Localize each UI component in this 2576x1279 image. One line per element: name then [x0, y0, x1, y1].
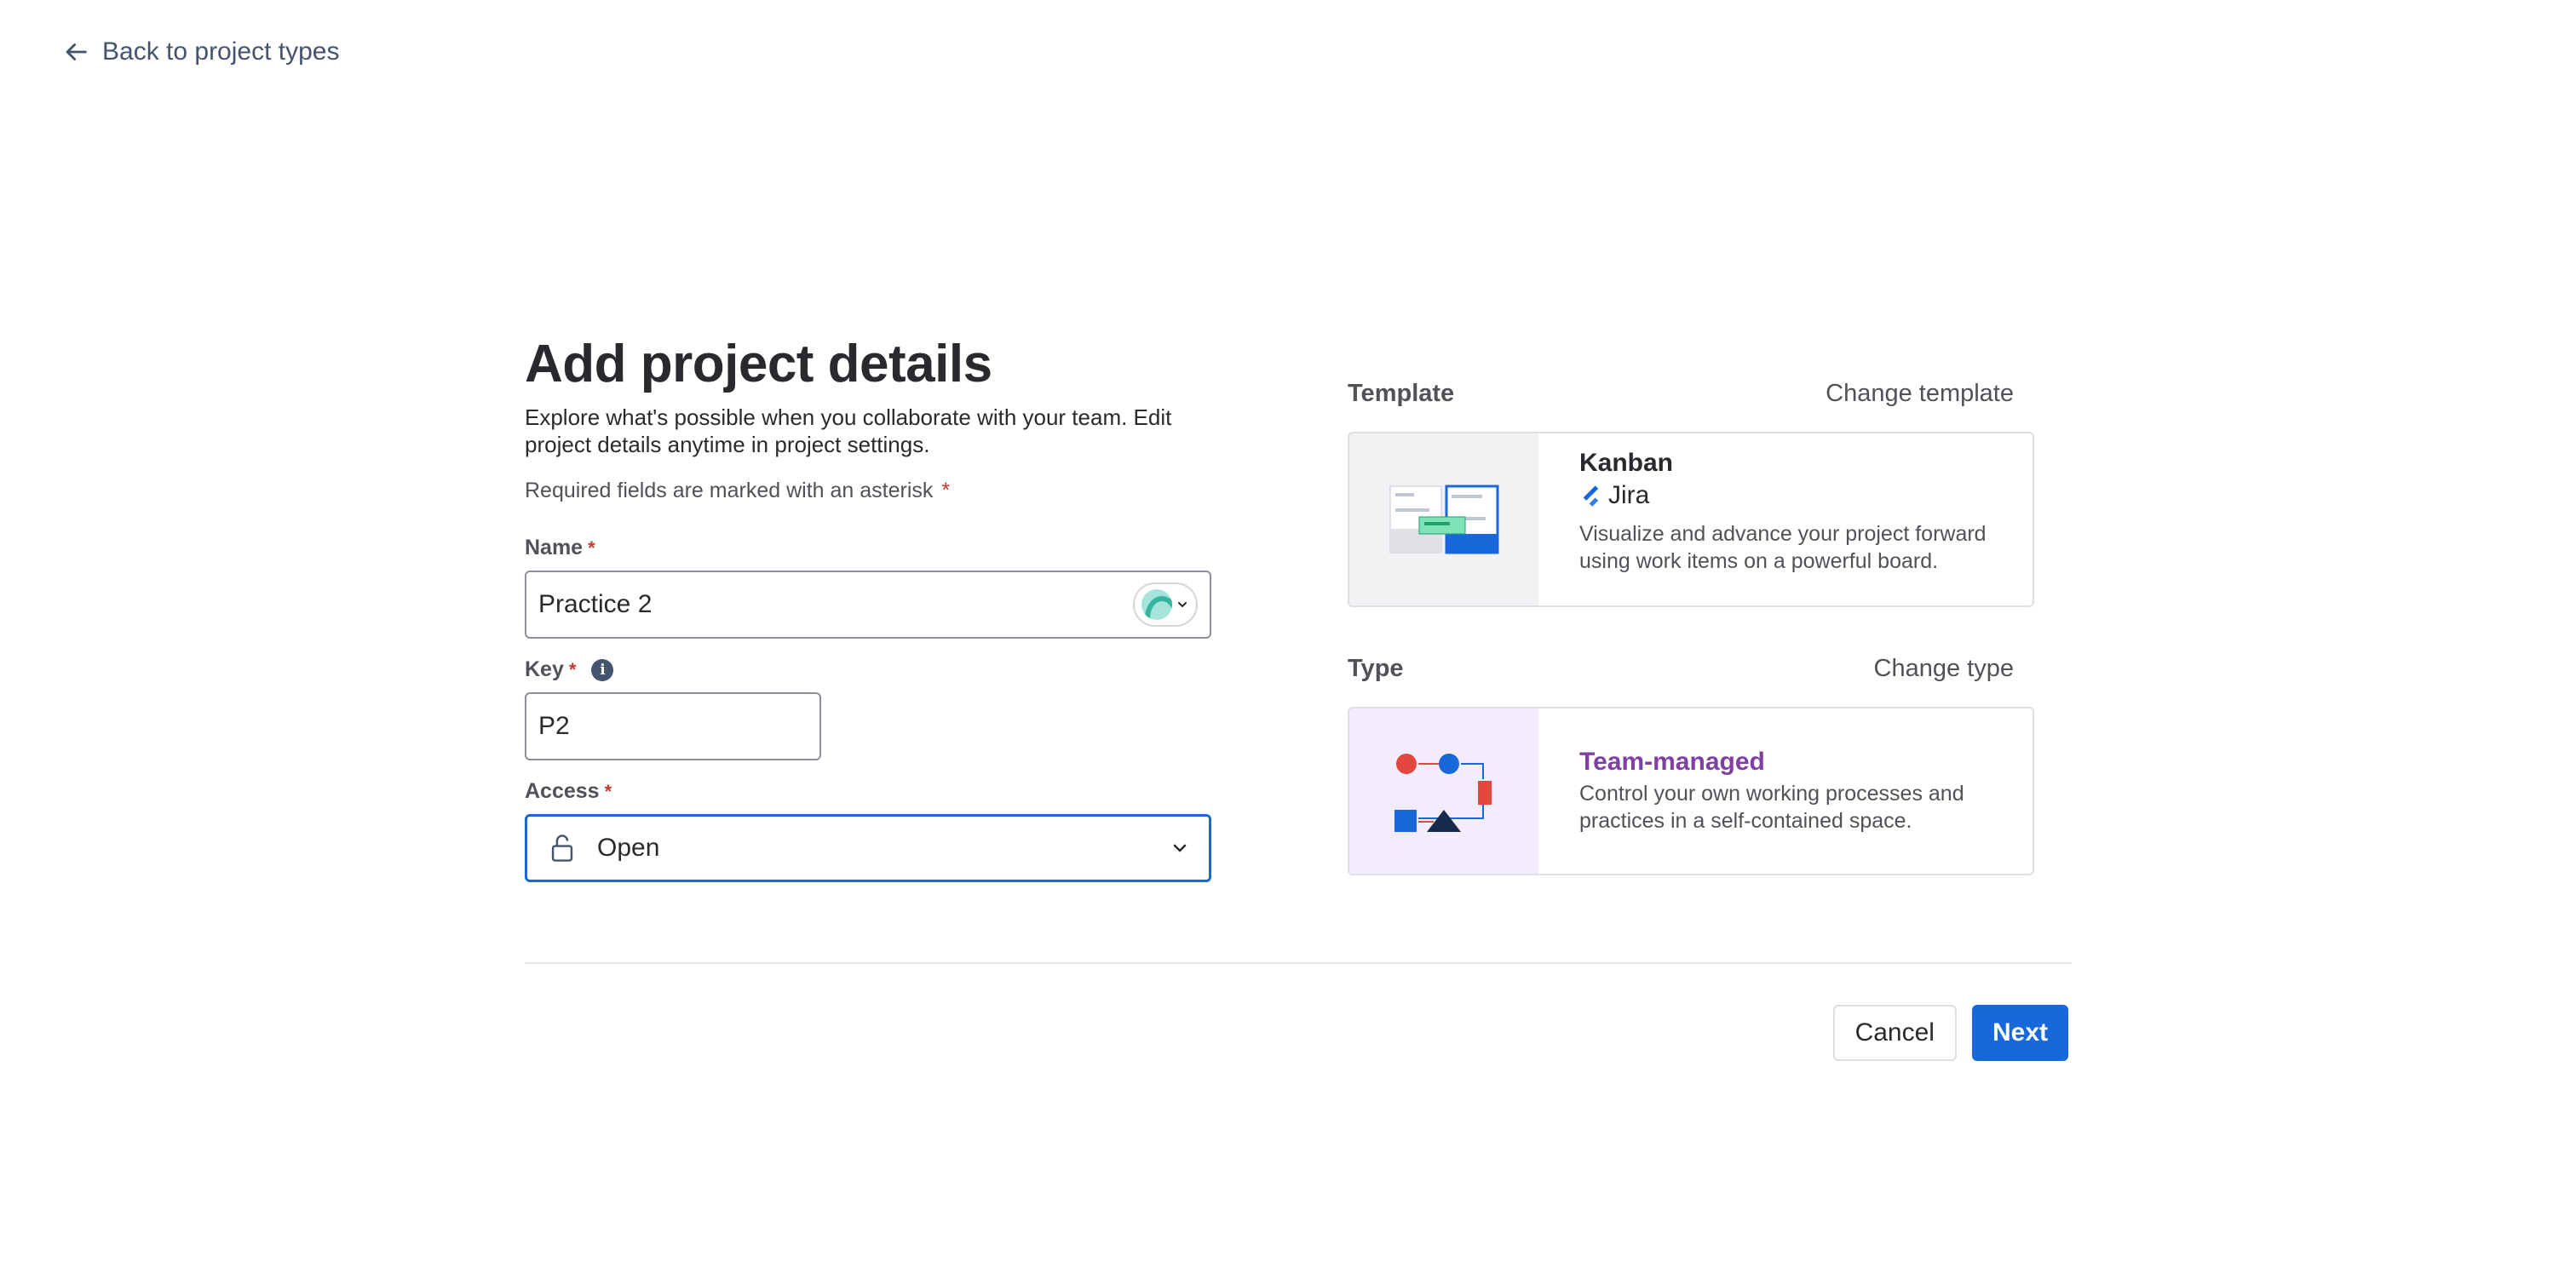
name-input[interactable]: Practice 2	[525, 571, 1211, 639]
arrow-left-icon	[66, 43, 87, 60]
unlock-icon	[551, 835, 573, 862]
type-name: Team-managed	[1579, 748, 1765, 776]
access-label: Access *	[525, 779, 1211, 804]
project-details-form: Add project details Explore what's possi…	[525, 334, 1211, 882]
info-icon[interactable]: i	[591, 658, 614, 681]
change-template-button[interactable]: Change template	[1826, 380, 2014, 408]
key-required-asterisk: *	[568, 658, 577, 680]
type-section-title: Type	[1348, 655, 1404, 682]
back-link-label: Back to project types	[102, 37, 340, 66]
key-input-value: P2	[538, 712, 570, 740]
access-required-asterisk: *	[604, 780, 612, 802]
page-title: Add project details	[525, 335, 992, 393]
product-label: Jira	[1579, 481, 1992, 510]
required-fields-note: Required fields are marked with an aster…	[525, 479, 1211, 503]
project-icon-picker[interactable]	[1133, 582, 1198, 627]
key-label-text: Key	[525, 657, 564, 681]
name-label: Name *	[525, 536, 1211, 560]
type-section-header: Type Change type	[1348, 655, 2034, 683]
name-input-value: Practice 2	[538, 590, 653, 618]
form-actions: Cancel Next	[1832, 1005, 2068, 1061]
back-to-project-types-link[interactable]: Back to project types	[61, 37, 339, 66]
type-card: Team-managed Control your own working pr…	[1348, 707, 2034, 875]
chevron-down-icon	[1173, 844, 1187, 852]
chevron-down-icon	[1178, 602, 1187, 607]
template-section-title: Template	[1348, 380, 1455, 407]
footer-divider	[525, 962, 2072, 964]
project-avatar-icon	[1141, 589, 1172, 620]
template-card: Kanban Jira Visualize and advance your p…	[1348, 432, 2034, 607]
team-managed-illustration	[1349, 708, 1538, 874]
template-name: Kanban	[1579, 449, 1674, 477]
name-label-text: Name	[525, 536, 584, 559]
cancel-button[interactable]: Cancel	[1832, 1005, 1957, 1061]
project-summary-panel: Template Change template Kanban Jira Vis…	[1348, 380, 2034, 875]
product-name: Jira	[1608, 481, 1650, 509]
key-input[interactable]: P2	[525, 692, 821, 760]
type-description: Control your own working processes and p…	[1579, 782, 1964, 833]
change-type-button[interactable]: Change type	[1874, 655, 2014, 683]
access-select-value: Open	[597, 834, 660, 862]
access-label-text: Access	[525, 779, 600, 803]
page-subtitle: Explore what's possible when you collabo…	[525, 404, 1172, 457]
access-select[interactable]: Open	[525, 814, 1211, 882]
jira-logo-icon	[1583, 485, 1599, 507]
name-required-asterisk: *	[588, 536, 595, 559]
next-button[interactable]: Next	[1971, 1005, 2068, 1061]
template-description: Visualize and advance your project forwa…	[1579, 522, 1987, 573]
key-label: Key * i	[525, 657, 1211, 682]
template-section-header: Template Change template	[1348, 380, 2034, 408]
kanban-illustration	[1349, 433, 1538, 605]
required-asterisk: *	[941, 479, 951, 502]
required-note-text: Required fields are marked with an aster…	[525, 479, 934, 502]
